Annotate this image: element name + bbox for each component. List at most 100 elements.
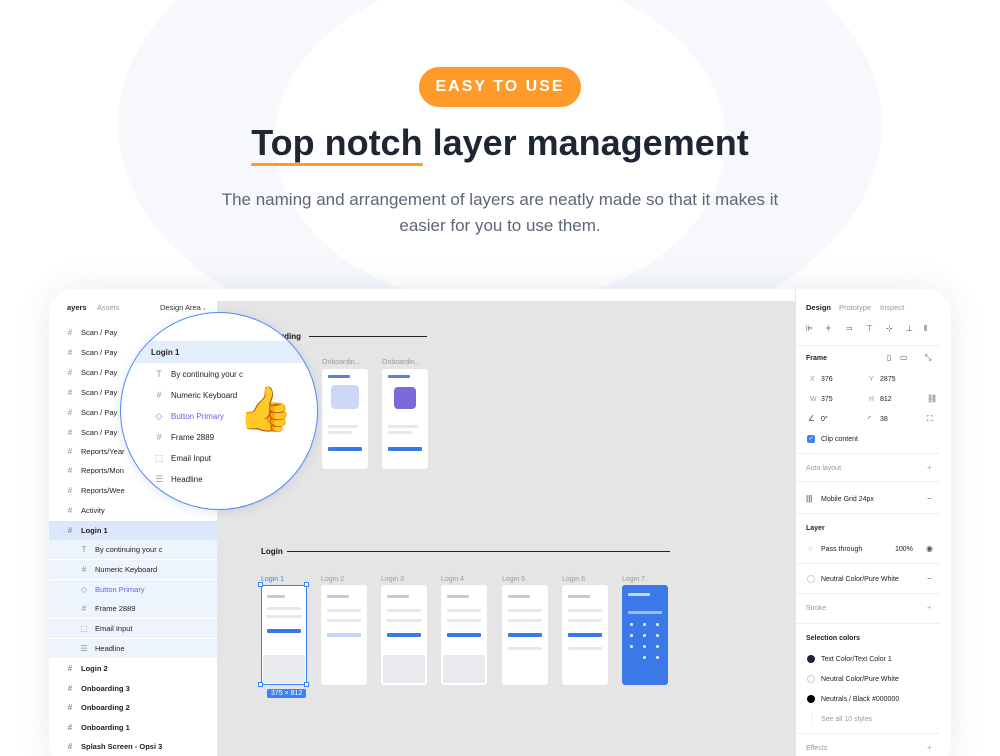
align-middle-icon[interactable]: ⊹ (886, 324, 893, 333)
constrain-proportions-icon[interactable]: ⛓ (927, 394, 937, 403)
selection-color-label[interactable]: Neutral Color/Pure White (821, 676, 899, 683)
layout-grid-label[interactable]: Mobile Grid 24px (821, 496, 874, 503)
y-field[interactable]: 2875 (880, 376, 896, 383)
layer-row[interactable]: # Onboarding 1 (49, 718, 217, 737)
layer-row-child[interactable]: ◇ Button Primary (49, 580, 217, 599)
layer-label: Scan / Pay (81, 348, 118, 357)
tab-layers[interactable]: ayers (67, 303, 87, 312)
illustration (331, 385, 359, 409)
blend-mode-select[interactable]: Pass through (821, 546, 862, 553)
color-swatch[interactable] (807, 655, 815, 663)
layer-row-child[interactable]: # Numeric Keyboard (49, 560, 217, 579)
color-swatch[interactable] (807, 675, 815, 683)
resize-handle[interactable] (304, 682, 309, 687)
checkbox-checked-icon[interactable]: ✓ (807, 435, 815, 443)
login-frame[interactable] (381, 585, 427, 685)
layout-grid-icon[interactable]: ||| (806, 494, 812, 503)
more-icon: ⋮ (808, 713, 816, 722)
landscape-icon[interactable]: ▭ (900, 353, 908, 362)
fill-swatch[interactable] (807, 575, 815, 583)
remove-icon[interactable]: − (927, 494, 932, 503)
tab-inspect[interactable]: Inspect (880, 303, 904, 312)
input-line (508, 609, 542, 612)
layer-row-selected[interactable]: # Login 1 (49, 521, 217, 540)
selection-color-label[interactable]: Neutrals / Black #000000 (821, 696, 899, 703)
selection-box[interactable] (261, 585, 307, 685)
lens-label: By continuing your c (171, 369, 244, 379)
group-icon: ⬚ (154, 452, 164, 463)
radius-field[interactable]: 38 (880, 416, 888, 423)
login-frame[interactable] (622, 585, 668, 685)
resize-handle[interactable] (304, 582, 309, 587)
layer-row[interactable]: # Login 2 (49, 659, 217, 678)
w-field[interactable]: 375 (821, 396, 833, 403)
primary-button (447, 633, 481, 637)
frame-label: Login 1 (261, 576, 284, 583)
layer-label: Onboarding 3 (81, 684, 130, 693)
rotation-icon: ∠ (808, 414, 816, 423)
remove-icon[interactable]: − (927, 574, 932, 583)
resize-handle[interactable] (258, 682, 263, 687)
add-icon[interactable]: + (927, 743, 932, 752)
resize-to-fit-icon[interactable]: ⤡ (925, 353, 931, 363)
layer-row[interactable]: # Onboarding 2 (49, 698, 217, 717)
tab-prototype[interactable]: Prototype (839, 303, 871, 312)
portrait-icon[interactable]: ▯ (887, 353, 891, 362)
layer-label: Scan / Pay (81, 368, 118, 377)
x-field[interactable]: 376 (821, 376, 833, 383)
frame-label[interactable]: Frame (806, 355, 827, 362)
eye-icon[interactable]: ◉ (926, 544, 933, 553)
layer-label: Button Primary (95, 585, 145, 594)
layer-row-child[interactable]: ☰ Headline (49, 639, 217, 658)
tab-assets[interactable]: Assets (97, 303, 120, 312)
layer-row-child[interactable]: ⬚ Email Input (49, 619, 217, 638)
login-frame[interactable] (502, 585, 548, 685)
panel-divider (796, 481, 940, 482)
lens-label: Login 1 (151, 347, 180, 357)
fill-style-label[interactable]: Neutral Color/Pure White (821, 576, 899, 583)
page-selector[interactable]: Design Area (160, 303, 201, 312)
login-frame[interactable] (441, 585, 487, 685)
resize-handle[interactable] (258, 582, 263, 587)
opacity-field[interactable]: 100% (895, 546, 913, 553)
onboarding-frame[interactable] (322, 369, 368, 469)
add-icon[interactable]: + (927, 603, 932, 612)
chevron-down-icon[interactable]: ⌄ (201, 303, 207, 312)
onboarding-frame[interactable] (382, 369, 428, 469)
keyboard (443, 655, 485, 683)
layer-row-child[interactable]: T By continuing your c (49, 540, 217, 559)
login-frame[interactable] (321, 585, 367, 685)
layer-row-child[interactable]: # Frame 2889 (49, 599, 217, 618)
text-icon: T (81, 545, 87, 554)
rotation-field[interactable]: 0° (821, 416, 828, 423)
layer-label: Activity (81, 506, 105, 515)
frame-icon: # (67, 486, 73, 495)
selection-color-label[interactable]: Text Color/Text Color 1 (821, 656, 892, 663)
panel-divider (796, 593, 940, 594)
align-right-icon[interactable]: ⫤ (846, 324, 852, 334)
frame-label: Login 5 (502, 576, 525, 583)
align-top-icon[interactable]: ⊤ (866, 324, 873, 333)
layer-row[interactable]: # Splash Screen - Opsi 3 (49, 737, 217, 756)
align-bottom-icon[interactable]: ⊥ (906, 324, 913, 333)
panel-divider (796, 345, 940, 346)
tab-design[interactable]: Design (806, 303, 831, 312)
align-center-icon[interactable]: ⫩ (826, 324, 831, 334)
brand-bar (388, 375, 410, 378)
layer-label: Reports/Year (81, 447, 125, 456)
see-all-styles-link[interactable]: See all 10 styles (821, 716, 872, 723)
add-icon[interactable]: + (927, 463, 932, 472)
frame-icon: # (67, 684, 73, 693)
layer-row[interactable]: # Onboarding 3 (49, 679, 217, 698)
layer-label: Reports/Wee (81, 486, 125, 495)
login-frame[interactable] (562, 585, 608, 685)
color-swatch[interactable] (807, 695, 815, 703)
frame-label: Login 2 (321, 576, 344, 583)
independent-corners-icon[interactable]: ⛶ (927, 414, 933, 424)
layer-label: Headline (95, 644, 125, 653)
w-label: W (810, 396, 817, 403)
distribute-icon[interactable]: ⫴ (924, 324, 927, 334)
h-field[interactable]: 812 (880, 396, 892, 403)
align-left-icon[interactable]: ⊫ (806, 324, 813, 333)
corner-radius-icon: ◜ (868, 414, 872, 423)
